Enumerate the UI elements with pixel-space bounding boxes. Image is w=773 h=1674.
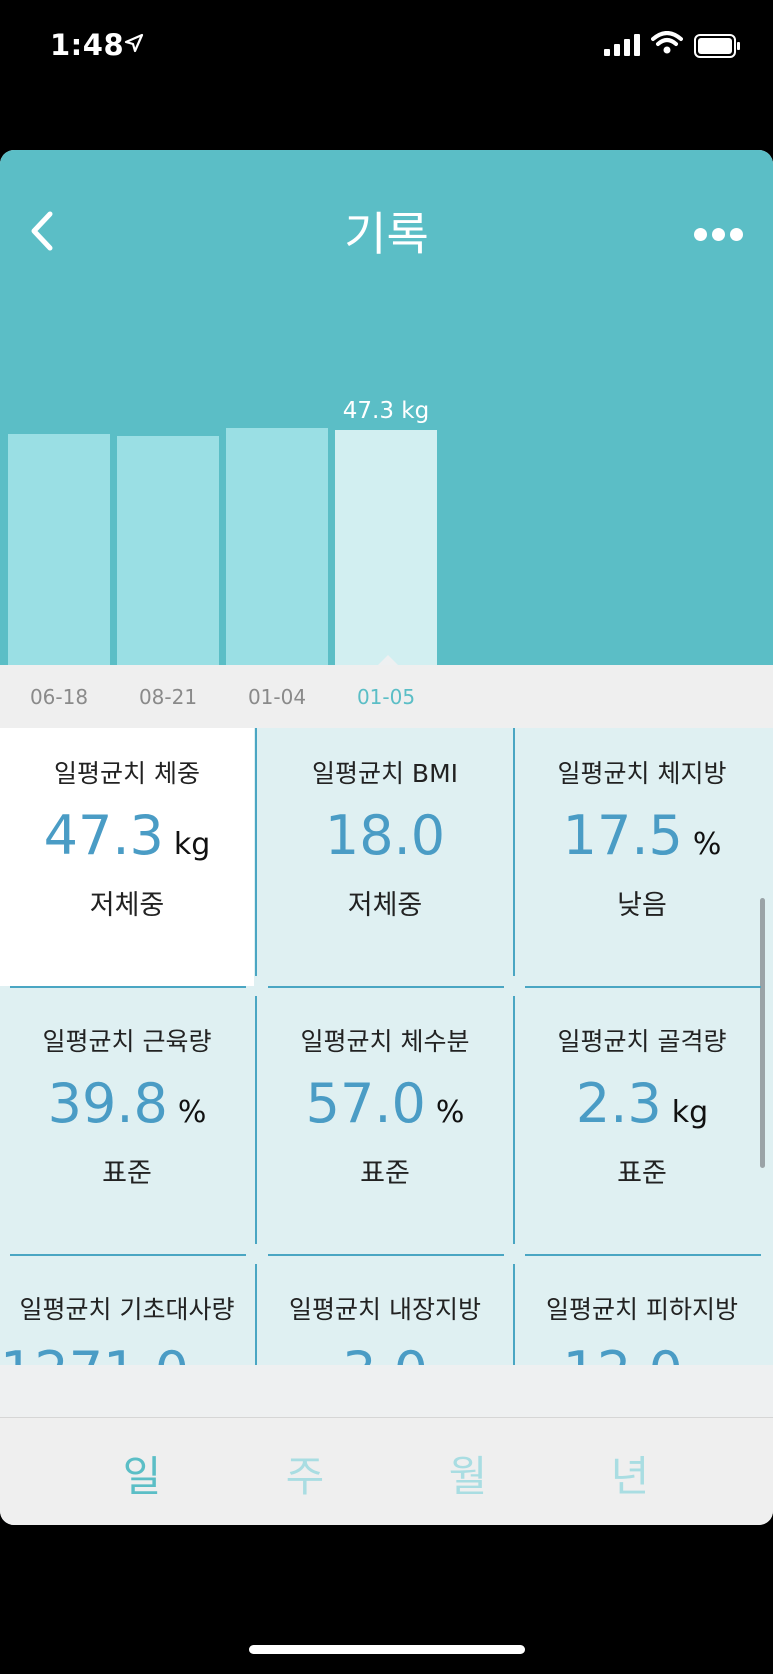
metric-value: 17.5 xyxy=(562,804,683,867)
selected-bar-value: 47.3 kg xyxy=(342,398,430,424)
grid-divider xyxy=(268,986,504,988)
status-bar: 1:48 xyxy=(0,0,773,100)
metric-grid: 일평균치 체중 47.3 kg 저체중 일평균치 BMI 18.0 저체중 일평균치 체지방 1… xyxy=(0,728,773,1365)
status-time: 1:48 xyxy=(50,28,125,62)
wifi-icon xyxy=(651,31,683,54)
metric-value: 39.8 xyxy=(47,1072,168,1135)
metric-label: 일평균치 내장지방 xyxy=(289,1295,481,1324)
metric-unit: % xyxy=(435,1095,465,1130)
metric-status: 저체중 xyxy=(347,890,423,921)
tab-month[interactable]: 월 xyxy=(408,1443,528,1504)
home-indicator[interactable] xyxy=(249,1645,525,1654)
metric-unit: kg xyxy=(173,827,211,862)
metric-value: 47.3 xyxy=(43,804,164,867)
period-tab-bar: 일주월년 xyxy=(0,1417,773,1525)
metric-card[interactable]: 일평균치 피하지방 12.0% xyxy=(515,1264,769,1365)
metric-card[interactable]: 일평균치 내장지방 3.0 xyxy=(258,1264,512,1365)
grid-divider xyxy=(10,1254,246,1256)
chart-bar-01-05[interactable] xyxy=(335,430,437,665)
metric-value: 3.0 xyxy=(342,1340,428,1365)
battery-icon xyxy=(694,34,740,58)
metric-card[interactable]: 일평균치 체지방 17.5% 낮음 xyxy=(515,728,769,986)
page-title: 기록 xyxy=(344,207,429,261)
chart-bar-01-04[interactable] xyxy=(226,427,328,665)
metric-value: 57.0 xyxy=(305,1072,426,1135)
grid-divider xyxy=(513,728,515,976)
location-arrow-icon xyxy=(124,33,144,53)
more-dots-icon[interactable] xyxy=(694,228,744,242)
grid-divider xyxy=(268,1254,504,1256)
date-tick-label[interactable]: 06-18 xyxy=(4,685,114,709)
metric-unit: kcal xyxy=(199,1363,260,1365)
signal-icon xyxy=(604,34,640,56)
metric-status: 저체중 xyxy=(89,890,165,921)
metric-label: 일평균치 기초대사량 xyxy=(19,1295,235,1324)
metric-card[interactable]: 일평균치 체수분 57.0% 표준 xyxy=(258,996,512,1254)
metric-card[interactable]: 일평균치 체중 47.3 kg 저체중 xyxy=(0,728,254,986)
metric-unit: % xyxy=(693,1363,722,1365)
metric-label: 일평균치 피하지방 xyxy=(546,1295,738,1324)
metric-card[interactable]: 일평균치 근육량 39.8% 표준 xyxy=(0,996,254,1254)
metric-status: 낮음 xyxy=(617,890,667,921)
metric-unit: % xyxy=(177,1095,207,1130)
grid-divider xyxy=(255,1264,257,1365)
metric-label: 일평균치 근육량 xyxy=(42,1027,212,1056)
grid-divider xyxy=(525,1254,761,1256)
chart-header: 기록 47.3 kg xyxy=(0,150,773,665)
date-tick-label[interactable]: 01-04 xyxy=(222,685,332,709)
chart-bar-08-21[interactable] xyxy=(117,436,219,665)
metric-label: 일평균치 체수분 xyxy=(300,1027,470,1056)
tab-week[interactable]: 주 xyxy=(245,1443,365,1504)
tab-day[interactable]: 일 xyxy=(82,1443,202,1504)
date-tick-label[interactable]: 08-21 xyxy=(113,685,223,709)
metric-card[interactable]: 일평균치 기초대사량 1271.0 kcal xyxy=(0,1264,260,1365)
metric-label: 일평균치 골격량 xyxy=(557,1027,727,1056)
metric-status: 표준 xyxy=(617,1158,667,1189)
grid-divider xyxy=(525,986,761,988)
app-card: 기록 47.3 kg 06-18 08-21 01-04 01-05 일평균치 체중 4… xyxy=(0,150,773,1525)
metric-status: 표준 xyxy=(102,1158,152,1189)
grid-divider xyxy=(513,1264,515,1365)
metric-status: 표준 xyxy=(360,1158,410,1189)
selection-pointer xyxy=(378,655,398,665)
date-axis: 06-18 08-21 01-04 01-05 xyxy=(0,665,773,728)
metric-unit: % xyxy=(692,827,722,862)
tab-year[interactable]: 년 xyxy=(570,1443,690,1504)
metric-label: 일평균치 BMI xyxy=(311,759,459,788)
metric-value: 2.3 xyxy=(575,1072,662,1135)
metric-label: 일평균치 체중 xyxy=(54,759,200,788)
grid-divider xyxy=(255,996,257,1244)
metric-card[interactable]: 일평균치 BMI 18.0 저체중 xyxy=(258,728,512,986)
metric-value: 18.0 xyxy=(324,804,446,867)
metric-value: 1271.0 xyxy=(0,1340,189,1365)
chart-bar-06-18[interactable] xyxy=(8,434,110,665)
grid-divider xyxy=(513,996,515,1244)
metric-label: 일평균치 체지방 xyxy=(557,759,727,788)
date-tick-label[interactable]: 01-05 xyxy=(331,685,441,709)
metric-value: 12.0 xyxy=(563,1340,683,1365)
grid-divider xyxy=(10,986,246,988)
metric-unit: kg xyxy=(671,1095,709,1130)
metric-card[interactable]: 일평균치 골격량 2.3 kg 표준 xyxy=(515,996,769,1254)
grid-divider xyxy=(255,728,257,976)
